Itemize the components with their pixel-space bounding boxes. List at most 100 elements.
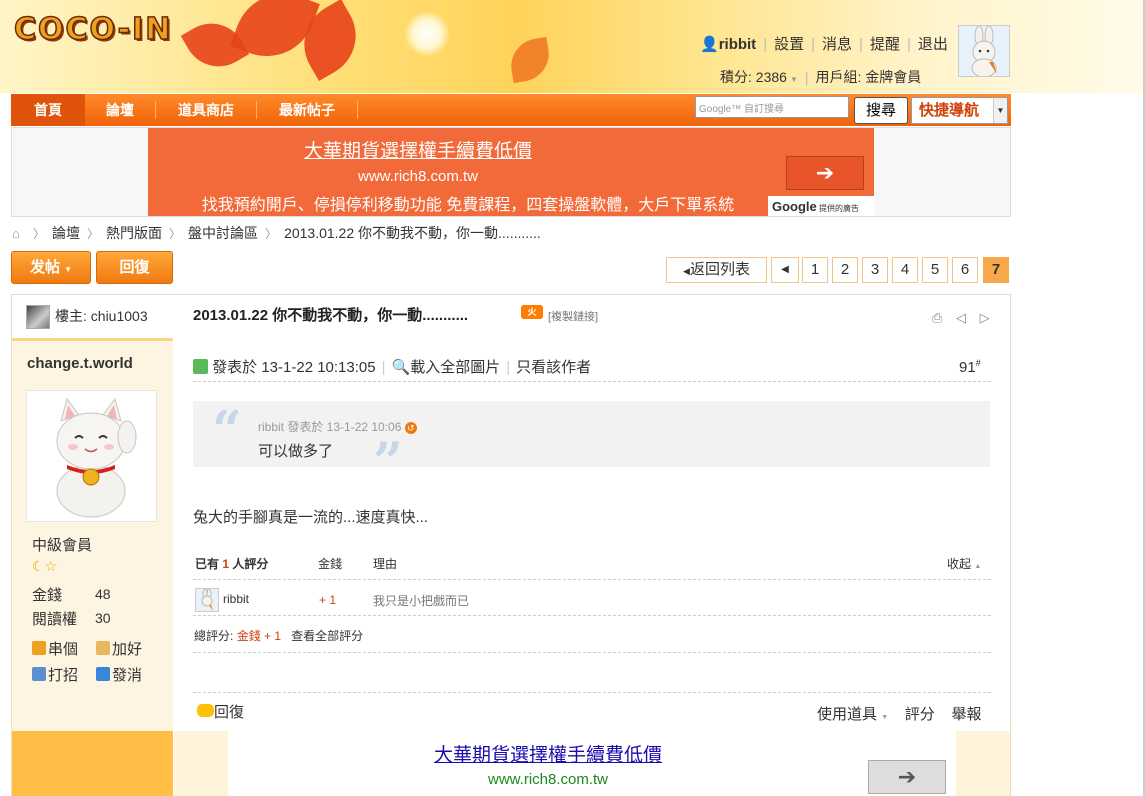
quote-author-text: ribbit 發表於 13-1-22 10:06 bbox=[258, 420, 402, 434]
handshake-icon bbox=[96, 641, 110, 655]
new-post-button[interactable]: 发帖 ▼ bbox=[11, 251, 91, 284]
house-icon bbox=[32, 641, 46, 655]
visit-home-link[interactable]: 串個 bbox=[32, 638, 78, 659]
chevron-left-icon: ◀ bbox=[683, 266, 690, 276]
author-only-link[interactable]: 只看該作者 bbox=[516, 359, 591, 376]
print-prev-next-icons[interactable]: ⎙ ◁ ▷ bbox=[932, 310, 995, 326]
points-link[interactable]: 積分: 2386 bbox=[720, 69, 787, 85]
settings-link[interactable]: 設置 bbox=[774, 36, 804, 53]
nav-item-latest[interactable]: 最新帖子 bbox=[257, 94, 357, 126]
google-logo: Google bbox=[772, 199, 817, 214]
author-avatar[interactable] bbox=[26, 390, 157, 522]
rater-name[interactable]: ribbit bbox=[223, 592, 249, 606]
author-name-link[interactable]: change.t.world bbox=[27, 355, 133, 372]
back-to-list-button[interactable]: ◀返回列表 bbox=[666, 257, 767, 283]
post-body: 兔大的手腳真是一流的...速度真快... bbox=[193, 509, 429, 526]
page-link[interactable]: 5 bbox=[922, 257, 948, 283]
divider bbox=[193, 692, 991, 693]
home-icon[interactable]: ⌂ bbox=[12, 226, 26, 241]
maple-leaf-decoration bbox=[506, 36, 554, 84]
sun-glow-decoration bbox=[405, 12, 449, 56]
breadcrumb-forum[interactable]: 論壇 bbox=[52, 225, 80, 241]
send-message-link[interactable]: 發消 bbox=[96, 664, 142, 685]
floor-number-sup: # bbox=[975, 358, 981, 368]
ad-bottom[interactable]: 大華期貨選擇權手續費低價 www.rich8.com.tw ➔ bbox=[228, 731, 956, 796]
use-tool-dropdown[interactable]: 使用道具 ▼ bbox=[817, 706, 888, 723]
rating-money-value: + 1 bbox=[319, 593, 337, 607]
quote-text: 可以做多了 bbox=[258, 443, 334, 460]
goto-post-icon[interactable]: ↺ bbox=[404, 422, 417, 434]
ad-top[interactable]: 大華期貨選擇權手續費低價 www.rich8.com.tw 找我預約開戶、停損停… bbox=[148, 128, 874, 216]
page-link[interactable]: 4 bbox=[892, 257, 918, 283]
ad-url[interactable]: www.rich8.com.tw bbox=[148, 168, 688, 185]
load-images-link[interactable]: 載入全部圖片 bbox=[410, 359, 500, 376]
page-link[interactable]: 1 bbox=[802, 257, 828, 283]
quick-nav-label: 快捷導航 bbox=[919, 102, 980, 119]
view-all-ratings-link[interactable]: 查看全部評分 bbox=[291, 629, 363, 643]
site-logo[interactable]: COCO-IN bbox=[13, 11, 172, 48]
current-page: 7 bbox=[983, 257, 1009, 283]
back-to-list-label: 返回列表 bbox=[689, 261, 750, 278]
messages-link[interactable]: 消息 bbox=[822, 36, 852, 53]
dropdown-icon[interactable]: ▼ bbox=[790, 75, 798, 84]
rating-col-reason: 理由 bbox=[373, 557, 398, 571]
rater-avatar[interactable] bbox=[195, 588, 219, 612]
divider bbox=[193, 652, 991, 653]
username-link[interactable]: ribbit bbox=[719, 36, 757, 53]
user-avatar[interactable] bbox=[958, 25, 1010, 78]
nav-item-home[interactable]: 首頁 bbox=[11, 94, 85, 126]
report-link[interactable]: 舉報 bbox=[951, 706, 981, 723]
nav-item-shop[interactable]: 道具商店 bbox=[156, 94, 256, 126]
google-ads-label[interactable]: Google 提供的廣告 bbox=[768, 196, 874, 216]
chevron-up-icon: ▲ bbox=[974, 563, 982, 570]
user-info: 積分: 2386 ▼ | 用戶組: 金牌會員 bbox=[720, 69, 922, 85]
notifications-link[interactable]: 提醒 bbox=[870, 36, 900, 53]
new-post-label: 发帖 bbox=[29, 259, 60, 276]
rank-star-icon: ☾☆ bbox=[32, 558, 58, 574]
ad-url[interactable]: www.rich8.com.tw bbox=[228, 771, 868, 788]
search-button[interactable]: 搜尋 bbox=[854, 97, 908, 124]
ad-arrow-button[interactable]: ➔ bbox=[868, 760, 946, 794]
ad-title-link[interactable]: 大華期貨選擇權手續費低價 bbox=[228, 740, 868, 767]
nav-item-forum[interactable]: 論壇 bbox=[85, 94, 155, 126]
search-input[interactable]: Google™ 自訂搜尋 bbox=[695, 96, 849, 118]
owner-avatar[interactable] bbox=[26, 305, 50, 329]
nav-divider bbox=[357, 101, 358, 119]
page-link[interactable]: 2 bbox=[832, 257, 858, 283]
greet-link[interactable]: 打招 bbox=[32, 664, 78, 685]
logout-link[interactable]: 退出 bbox=[918, 36, 948, 53]
rating-total-label: 總評分: bbox=[194, 629, 234, 643]
lucky-cat-avatar-icon bbox=[27, 391, 156, 521]
quick-nav-dropdown[interactable]: 快捷導航 ▼ bbox=[911, 97, 1008, 124]
rating-reason: 我只是小把戲而已 bbox=[373, 594, 470, 608]
breadcrumb: ⌂ 〉論壇〉熱門版面〉盤中討論區〉 2013.01.22 你不動我不動，你一動...… bbox=[12, 225, 541, 241]
ad-title-link[interactable]: 大華期貨選擇權手續費低價 bbox=[148, 136, 688, 163]
add-friend-link[interactable]: 加好 bbox=[96, 638, 142, 659]
breadcrumb-hot[interactable]: 熱門版面 bbox=[106, 225, 162, 241]
rate-link[interactable]: 評分 bbox=[905, 706, 935, 723]
stat-label-read-perm: 閱讀權 bbox=[32, 611, 78, 628]
page-link[interactable]: 3 bbox=[862, 257, 888, 283]
breadcrumb-thread[interactable]: 2013.01.22 你不動我不動，你一動........... bbox=[284, 225, 541, 241]
rating-header: 已有 1 人評分 金錢 理由 收起 ▲ bbox=[193, 554, 991, 580]
page-link[interactable]: 6 bbox=[952, 257, 978, 283]
copy-link-button[interactable]: [複製鏈接] bbox=[548, 308, 598, 324]
ad-band bbox=[956, 731, 1010, 796]
prev-page-button[interactable]: ◀ bbox=[771, 257, 799, 283]
google-ads-sub: 提供的廣告 bbox=[819, 204, 860, 213]
thread-owner-label[interactable]: 樓主: chiu1003 bbox=[55, 306, 148, 326]
envelope-icon bbox=[96, 667, 110, 681]
rabbit-avatar-icon bbox=[196, 588, 218, 611]
rabbit-avatar-icon bbox=[959, 25, 1009, 78]
reply-post-link[interactable]: 回復 bbox=[197, 701, 244, 722]
rating-collapse-link[interactable]: 收起 ▲ bbox=[947, 555, 981, 572]
reply-button[interactable]: 回復 bbox=[96, 251, 173, 284]
usergroup-label[interactable]: 用戶組: 金牌會員 bbox=[816, 69, 922, 85]
breadcrumb-board[interactable]: 盤中討論區 bbox=[188, 225, 258, 241]
stat-value-money: 48 bbox=[95, 586, 111, 602]
reply-post-label: 回復 bbox=[214, 704, 245, 721]
ad-arrow-button[interactable]: ➔ bbox=[786, 156, 864, 190]
greet-label: 打招 bbox=[48, 667, 79, 684]
user-menu: 👤ribbit | 設置 | 消息 | 提醒 | 退出 bbox=[700, 36, 948, 53]
floor-number[interactable]: 91# bbox=[959, 358, 981, 376]
